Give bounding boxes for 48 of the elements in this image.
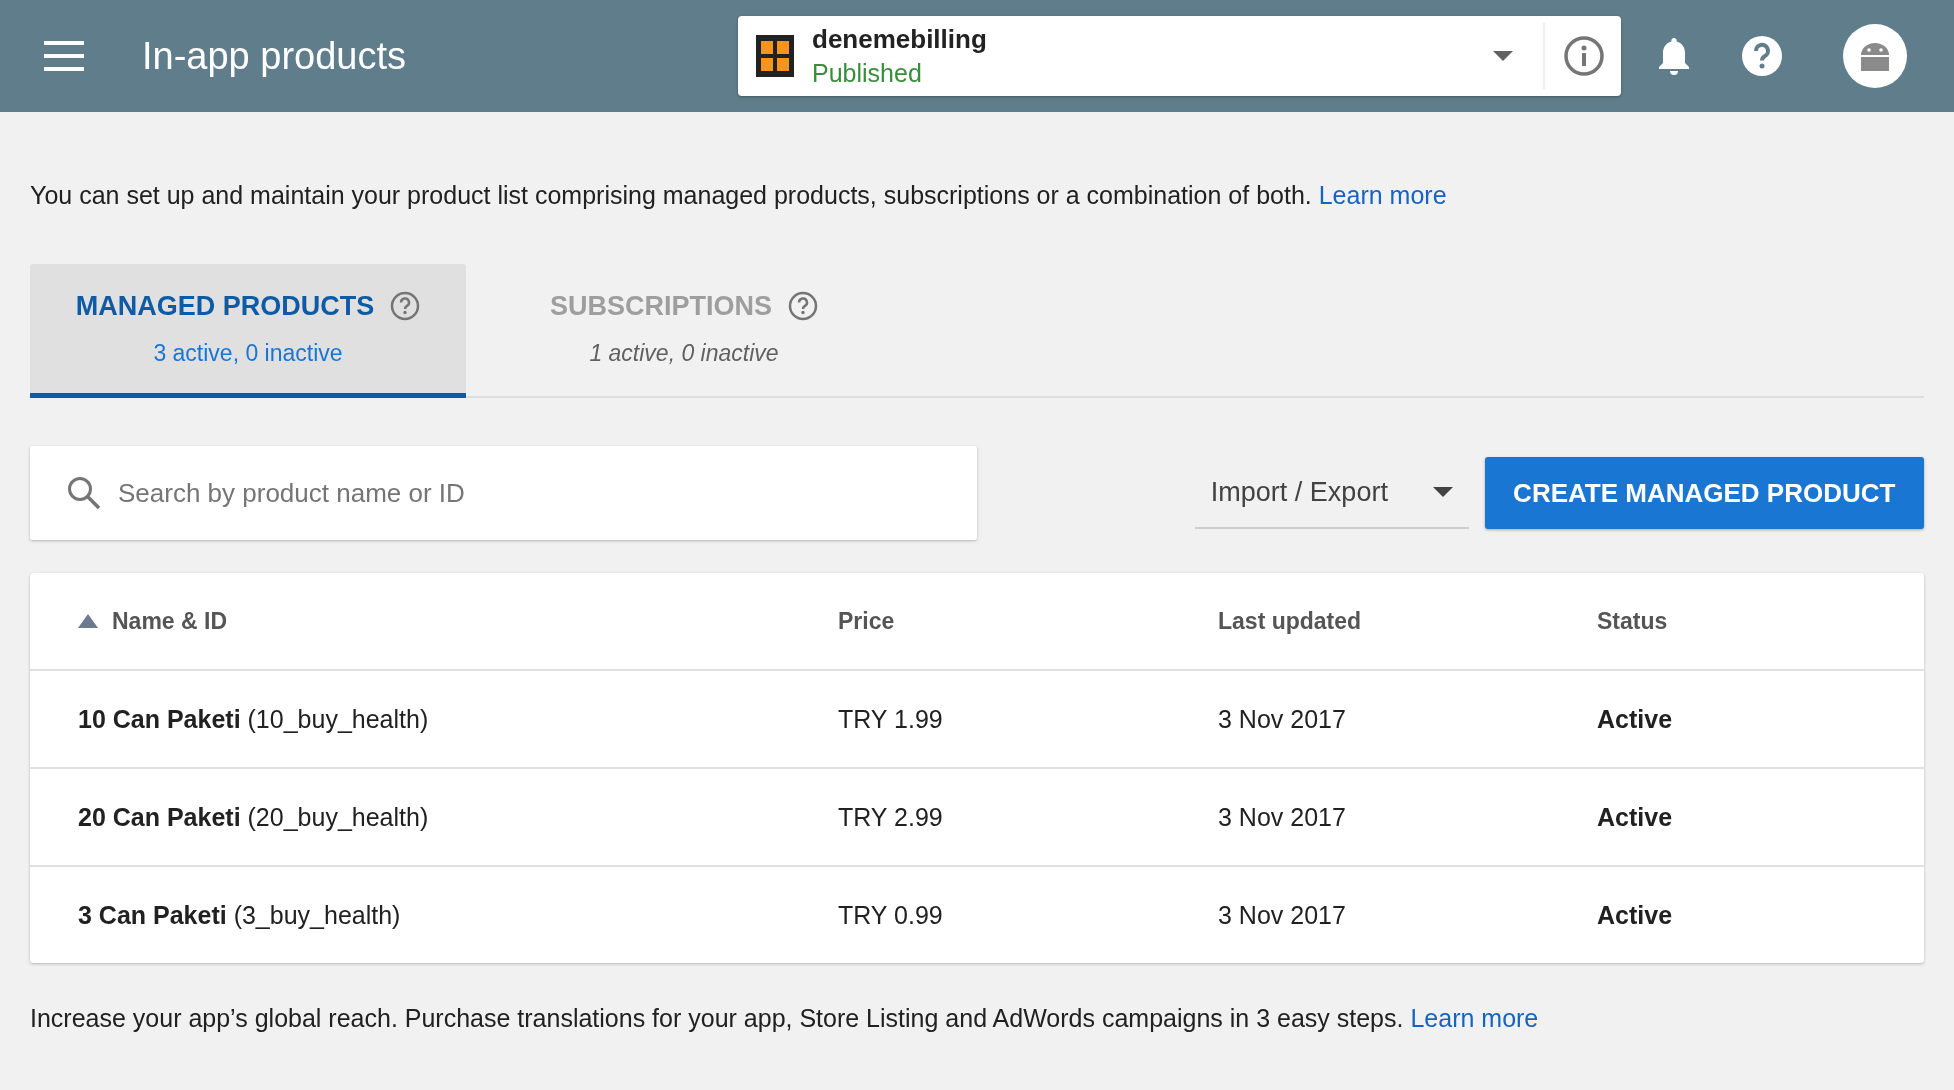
date-cell-text: 3 Nov 2017 bbox=[1218, 900, 1347, 930]
learn-more-link[interactable]: Learn more bbox=[1318, 181, 1447, 209]
status-cell-text: Active bbox=[1597, 802, 1674, 832]
product-name-cell-text: 3 Can Paketi (3_buy_health) bbox=[78, 900, 402, 930]
column-header[interactable]: Name & ID bbox=[78, 607, 838, 635]
tab-summary: 3 active, 0 inactive bbox=[153, 339, 343, 367]
dropdown-caret-icon bbox=[1432, 487, 1453, 497]
help-icon[interactable] bbox=[390, 291, 421, 321]
tab-label: SUBSCRIPTIONS bbox=[550, 290, 772, 322]
person-silhouette-icon bbox=[1858, 41, 1892, 71]
column-header[interactable]: Price bbox=[838, 607, 1218, 635]
footer-text: Increase your app’s global reach. Purchase translations for your app, Store Listing and AdWords campaigns in 3 easy steps. Learn more bbox=[30, 1003, 1540, 1034]
product-name-cell-text: 20 Can Paketi (20_buy_health) bbox=[78, 802, 430, 832]
table-row[interactable]: 20 Can Paketi (20_buy_health) TRY 2.99 3 Nov 2017 Active bbox=[30, 767, 1924, 865]
status-cell-text: Active bbox=[1597, 704, 1674, 734]
column-header[interactable]: Status bbox=[1597, 607, 1924, 635]
column-label: Name & ID bbox=[112, 607, 228, 635]
menu-button[interactable] bbox=[44, 41, 84, 71]
app-selector[interactable]: denemebilling Published bbox=[738, 16, 1621, 96]
help-icon[interactable] bbox=[788, 291, 818, 321]
tab-label: MANAGED PRODUCTS bbox=[75, 290, 375, 322]
date-cell-text: 3 Nov 2017 bbox=[1218, 802, 1347, 832]
price-cell-text: TRY 2.99 bbox=[838, 802, 944, 832]
status-cell-text: Active bbox=[1597, 900, 1674, 930]
page-title: In-app products bbox=[142, 34, 408, 78]
table-row[interactable]: 10 Can Paketi (10_buy_health) TRY 1.99 3 Nov 2017 Active bbox=[30, 669, 1924, 767]
price-cell-text: TRY 0.99 bbox=[838, 900, 944, 930]
tab-summary: 1 active, 0 inactive bbox=[589, 339, 779, 367]
notifications-button[interactable] bbox=[1657, 36, 1691, 76]
create-product-button[interactable]: CREATE MANAGED PRODUCT bbox=[1484, 457, 1924, 529]
product-type-tab[interactable]: SUBSCRIPTIONS 1 active, 0 inactive bbox=[466, 264, 902, 398]
column-header[interactable]: Last updated bbox=[1218, 607, 1597, 635]
product-type-tab[interactable]: MANAGED PRODUCTS 3 active, 0 inactive bbox=[30, 264, 466, 398]
table-row[interactable]: 3 Can Paketi (3_buy_health) TRY 0.99 3 Nov 2017 Active bbox=[30, 865, 1924, 963]
intro-text: You can set up and maintain your product list comprising managed products, subscriptions or a combination of both. Learn more bbox=[30, 180, 1448, 211]
dropdown-caret-icon[interactable] bbox=[1493, 51, 1513, 61]
search-icon bbox=[66, 475, 102, 511]
price-cell-text: TRY 1.99 bbox=[838, 704, 944, 734]
search-field[interactable]: Search by product name or ID bbox=[30, 446, 977, 540]
date-cell-text: 3 Nov 2017 bbox=[1218, 704, 1347, 734]
help-button[interactable] bbox=[1741, 35, 1783, 77]
import-export-dropdown[interactable]: Import / Export bbox=[1194, 457, 1469, 529]
app-name: denemebilling bbox=[812, 24, 988, 55]
app-logo-icon bbox=[756, 35, 794, 77]
learn-more-link[interactable]: Learn more bbox=[1410, 1004, 1539, 1032]
info-button[interactable] bbox=[1563, 35, 1605, 77]
app-status: Published bbox=[812, 59, 923, 88]
product-name-cell-text: 10 Can Paketi (10_buy_health) bbox=[78, 704, 430, 734]
